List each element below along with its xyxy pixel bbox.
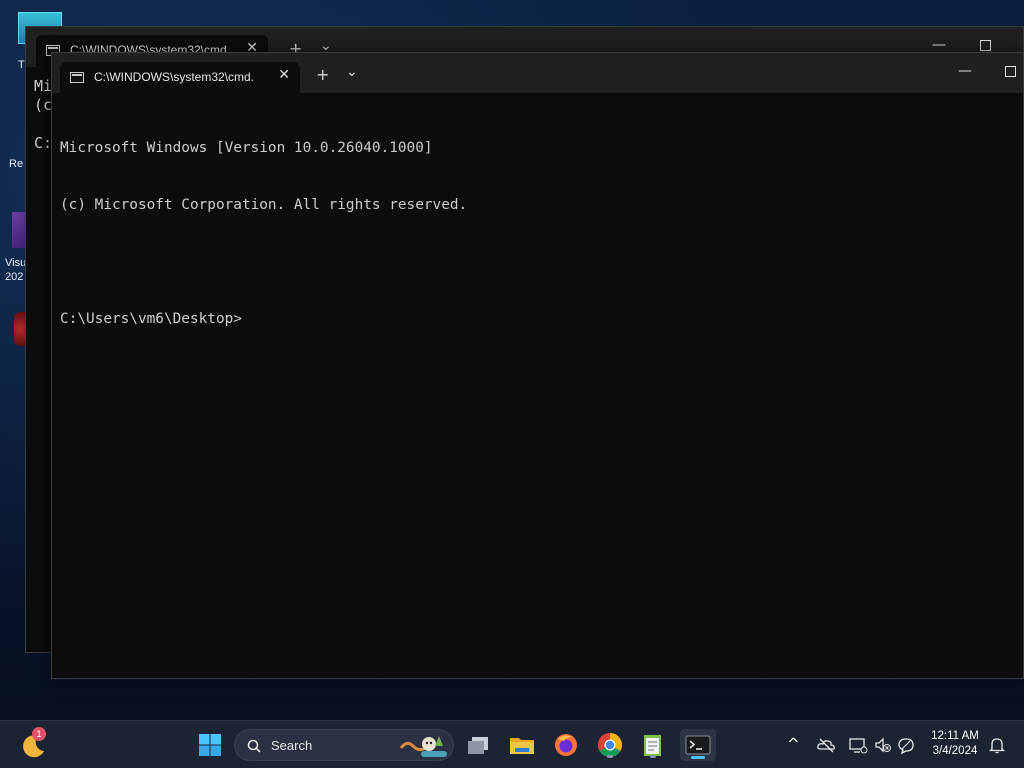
notification-bell-icon[interactable] bbox=[987, 735, 1007, 755]
notification-badge: 1 bbox=[32, 727, 46, 741]
terminal-output[interactable]: Microsoft Windows [Version 10.0.26040.10… bbox=[60, 101, 1015, 670]
terminal-line: (c) Microsoft Corporation. All rights re… bbox=[60, 197, 468, 213]
widgets-button[interactable]: 1 bbox=[18, 727, 50, 761]
tab-dropdown-button[interactable]: ⌄ bbox=[346, 64, 358, 80]
search-highlight-icon bbox=[399, 736, 447, 757]
active-indicator bbox=[691, 756, 705, 759]
title-bar[interactable]: C:\WINDOWS\system32\cmd. ✕ + ⌄ — bbox=[52, 53, 1023, 93]
battery-saver-icon[interactable] bbox=[896, 735, 916, 755]
close-tab-icon[interactable]: ✕ bbox=[278, 67, 290, 83]
maximize-icon bbox=[979, 40, 991, 51]
search-placeholder: Search bbox=[271, 738, 313, 753]
search-icon bbox=[247, 739, 261, 753]
cmd-icon bbox=[70, 72, 84, 83]
terminal-line: Mi bbox=[34, 77, 53, 95]
minimize-button[interactable]: — bbox=[929, 37, 949, 53]
start-button[interactable] bbox=[194, 729, 226, 761]
visual-studio-icon[interactable] bbox=[12, 212, 26, 248]
terminal-line: C: bbox=[34, 134, 53, 152]
desktop-icon-label: Re bbox=[9, 158, 24, 170]
terminal-output: Mi (c C: bbox=[34, 77, 52, 153]
onedrive-icon[interactable] bbox=[816, 735, 836, 755]
clock[interactable]: 12:11 AM 3/4/2024 bbox=[924, 729, 986, 759]
file-explorer-button[interactable] bbox=[506, 729, 538, 761]
taskbar: 1 Search ^ 12:11 AM 3/4/2024 bbox=[0, 720, 1024, 768]
task-view-button[interactable] bbox=[462, 729, 494, 761]
terminal-line: (c bbox=[34, 96, 53, 114]
terminal-line: Microsoft Windows [Version 10.0.26040.10… bbox=[60, 140, 433, 156]
chrome-button[interactable] bbox=[594, 729, 626, 761]
desktop-icon-label: T bbox=[18, 59, 25, 71]
windows-start-icon bbox=[199, 734, 221, 756]
tab-title: C:\WINDOWS\system32\cmd. bbox=[94, 70, 255, 84]
show-hidden-icons-button[interactable]: ^ bbox=[787, 735, 800, 753]
desktop-icon-label: Visu bbox=[5, 257, 27, 269]
running-indicator bbox=[650, 755, 656, 758]
volume-muted-icon[interactable] bbox=[873, 735, 893, 755]
notepad-button[interactable] bbox=[637, 729, 669, 761]
clock-time: 12:11 AM bbox=[931, 730, 979, 742]
task-view-icon bbox=[468, 737, 488, 754]
command-prompt[interactable]: C:\Users\vm6\Desktop> bbox=[60, 310, 1015, 329]
clock-date: 3/4/2024 bbox=[932, 745, 978, 757]
desktop-icon-label: 202 bbox=[5, 271, 24, 283]
minimize-button[interactable]: — bbox=[955, 63, 975, 79]
network-icon[interactable] bbox=[848, 735, 868, 755]
new-tab-button[interactable]: + bbox=[316, 67, 329, 83]
maximize-icon bbox=[1004, 66, 1016, 77]
terminal-button[interactable] bbox=[680, 729, 716, 761]
firefox-icon bbox=[555, 734, 577, 756]
file-explorer-icon bbox=[510, 738, 534, 754]
search-box[interactable]: Search bbox=[234, 729, 454, 761]
tab-cmd[interactable]: C:\WINDOWS\system32\cmd. ✕ bbox=[60, 62, 300, 93]
running-indicator bbox=[607, 755, 613, 758]
firefox-button[interactable] bbox=[550, 729, 582, 761]
terminal-window[interactable]: C:\WINDOWS\system32\cmd. ✕ + ⌄ — Microso… bbox=[51, 52, 1024, 679]
maximize-button[interactable] bbox=[1000, 65, 1020, 81]
